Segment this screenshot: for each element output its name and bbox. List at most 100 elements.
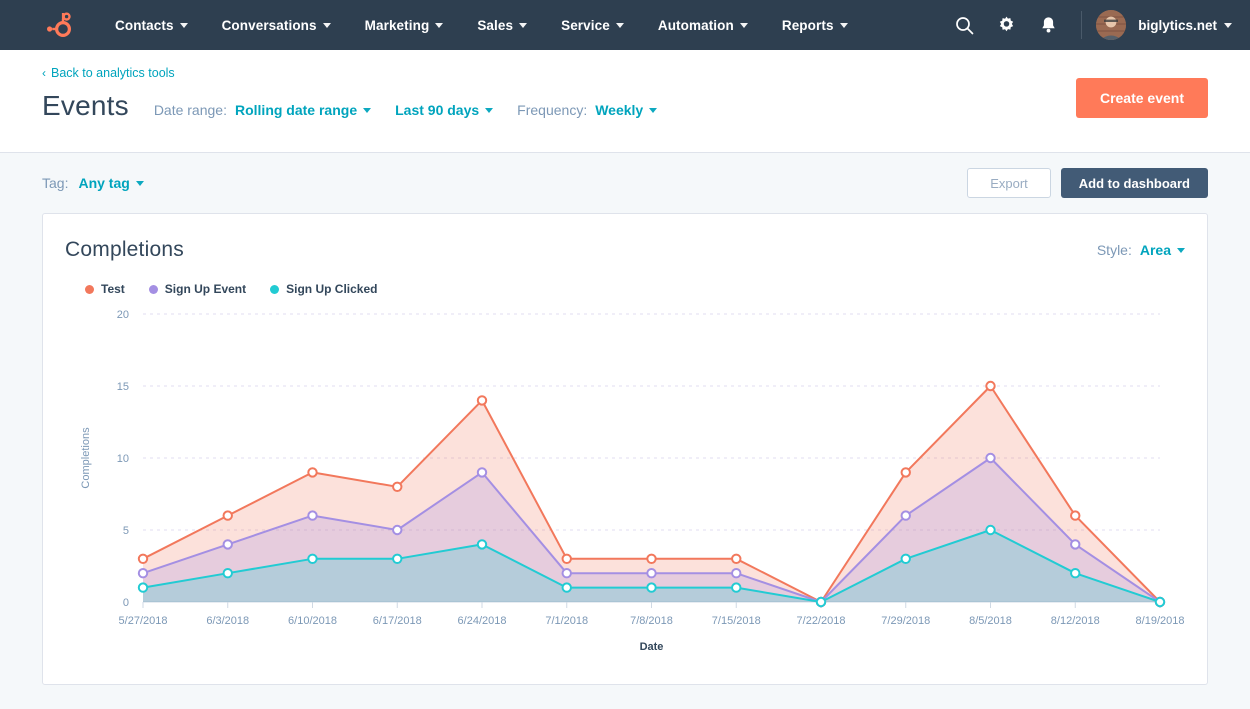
data-point-marker[interactable] [308,511,316,519]
x-axis-tick-label: 8/5/2018 [969,615,1012,627]
date-range-select[interactable]: Rolling date range [235,102,371,118]
chevron-down-icon [1224,23,1232,28]
chevron-down-icon [649,108,657,113]
data-point-marker[interactable] [647,569,655,577]
data-point-marker[interactable] [563,555,571,563]
nav-item-contacts[interactable]: Contacts [98,12,205,39]
nav-item-reports[interactable]: Reports [765,12,865,39]
legend-label: Test [101,282,125,296]
x-axis-tick-label: 6/17/2018 [373,615,422,627]
nav-item-sales[interactable]: Sales [460,12,544,39]
hubspot-sprocket-logo[interactable] [44,10,72,40]
back-to-analytics-tools-link[interactable]: ‹ Back to analytics tools [42,66,175,80]
data-point-marker[interactable] [647,555,655,563]
date-range-preset-select[interactable]: Last 90 days [395,102,493,118]
data-point-marker[interactable] [393,483,401,491]
data-point-marker[interactable] [1071,569,1079,577]
account-menu[interactable]: biglytics.net [1138,18,1232,33]
data-point-marker[interactable] [224,569,232,577]
frequency-label: Frequency: [517,102,587,118]
legend-color-dot [85,285,94,294]
x-axis-tick-label: 7/1/2018 [545,615,588,627]
legend-item-test[interactable]: Test [85,282,125,296]
navbar-divider [1081,11,1082,39]
chart-legend: Test Sign Up Event Sign Up Clicked [65,282,1185,296]
account-name-label: biglytics.net [1138,18,1217,33]
data-point-marker[interactable] [139,569,147,577]
search-icon[interactable] [943,0,985,50]
data-point-marker[interactable] [308,555,316,563]
y-axis-tick-label: 15 [117,381,129,393]
data-point-marker[interactable] [224,511,232,519]
nav-item-automation[interactable]: Automation [641,12,765,39]
back-link-label: Back to analytics tools [51,66,175,80]
nav-item-conversations[interactable]: Conversations [205,12,348,39]
chevron-down-icon [1177,248,1185,253]
legend-item-sign-up-clicked[interactable]: Sign Up Clicked [270,282,377,296]
data-point-marker[interactable] [308,468,316,476]
x-axis-tick-label: 8/12/2018 [1051,615,1100,627]
x-axis-tick-label: 7/22/2018 [797,615,846,627]
y-axis-tick-label: 10 [117,453,129,465]
data-point-marker[interactable] [902,468,910,476]
nav-item-label: Service [561,18,610,33]
data-point-marker[interactable] [732,569,740,577]
data-point-marker[interactable] [563,569,571,577]
y-axis-tick-label: 0 [123,597,129,609]
top-navbar: Contacts Conversations Marketing Sales S… [0,0,1250,50]
data-point-marker[interactable] [986,454,994,462]
chevron-down-icon [740,23,748,28]
data-point-marker[interactable] [902,511,910,519]
frequency-select[interactable]: Weekly [595,102,657,118]
date-range-label: Date range: [154,102,227,118]
card-title: Completions [65,238,184,262]
style-select[interactable]: Area [1140,242,1185,258]
data-point-marker[interactable] [1071,540,1079,548]
nav-item-label: Conversations [222,18,317,33]
legend-color-dot [149,285,158,294]
legend-item-sign-up-event[interactable]: Sign Up Event [149,282,246,296]
data-point-marker[interactable] [478,540,486,548]
data-point-marker[interactable] [902,555,910,563]
data-point-marker[interactable] [647,583,655,591]
chevron-down-icon [136,181,144,186]
x-axis-tick-label: 7/29/2018 [881,615,930,627]
data-point-marker[interactable] [224,540,232,548]
export-button[interactable]: Export [967,168,1051,198]
bell-icon[interactable] [1027,0,1069,50]
page-header: ‹ Back to analytics tools Events Date ra… [0,50,1250,153]
data-point-marker[interactable] [478,396,486,404]
nav-item-label: Marketing [365,18,430,33]
data-point-marker[interactable] [732,555,740,563]
create-event-button[interactable]: Create event [1076,78,1208,118]
chart-area: 05101520Completions5/27/20186/3/20186/10… [65,302,1185,662]
tag-select[interactable]: Any tag [78,175,143,191]
data-point-marker[interactable] [1156,598,1164,606]
data-point-marker[interactable] [478,468,486,476]
nav-item-marketing[interactable]: Marketing [348,12,461,39]
chevron-down-icon [485,108,493,113]
data-point-marker[interactable] [139,583,147,591]
style-group: Style: Area [1097,242,1185,258]
data-point-marker[interactable] [393,526,401,534]
data-point-marker[interactable] [986,526,994,534]
completions-chart-card: Completions Style: Area Test Sign Up Even… [42,213,1208,685]
nav-item-label: Reports [782,18,834,33]
add-to-dashboard-button[interactable]: Add to dashboard [1061,168,1208,198]
chevron-down-icon [180,23,188,28]
data-point-marker[interactable] [986,382,994,390]
data-point-marker[interactable] [817,598,825,606]
data-point-marker[interactable] [1071,511,1079,519]
chevron-left-icon: ‹ [42,67,46,79]
chevron-down-icon [519,23,527,28]
gear-icon[interactable] [985,0,1027,50]
legend-color-dot [270,285,279,294]
x-axis-tick-label: 8/19/2018 [1136,615,1185,627]
data-point-marker[interactable] [732,583,740,591]
data-point-marker[interactable] [393,555,401,563]
x-axis-tick-label: 6/24/2018 [458,615,507,627]
avatar[interactable] [1096,10,1126,40]
data-point-marker[interactable] [563,583,571,591]
data-point-marker[interactable] [139,555,147,563]
nav-item-service[interactable]: Service [544,12,641,39]
